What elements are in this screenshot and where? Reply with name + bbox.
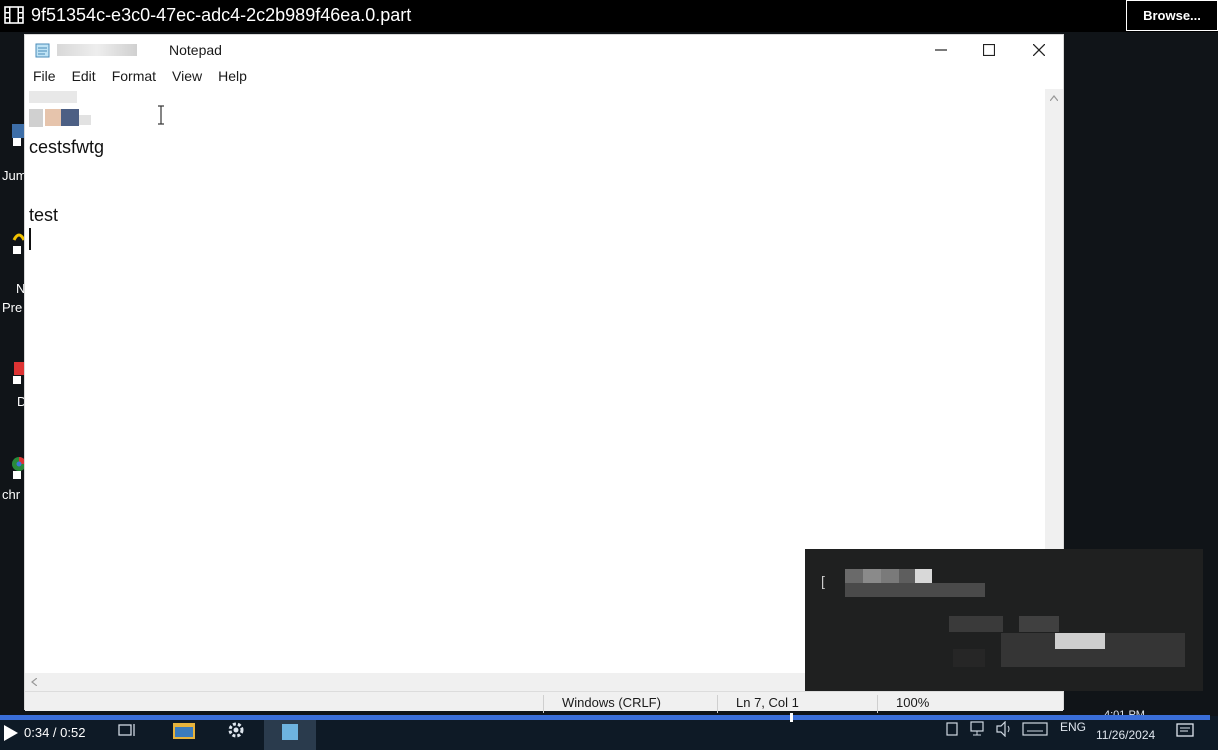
- close-button[interactable]: [1015, 35, 1063, 65]
- notification-toast[interactable]: [: [805, 549, 1203, 691]
- language-indicator[interactable]: ENG: [1060, 720, 1086, 734]
- file-explorer-icon[interactable]: [172, 720, 196, 740]
- desktop-icon-label: Pre: [2, 300, 23, 315]
- maximize-button[interactable]: [965, 35, 1013, 65]
- taskbar-item-notepad[interactable]: [264, 716, 316, 750]
- menu-edit[interactable]: Edit: [64, 65, 104, 87]
- video-file-name: 9f51354c-e3c0-47ec-adc4-2c2b989f46ea.0.p…: [31, 5, 412, 25]
- status-bar: Windows (CRLF) Ln 7, Col 1 100%: [25, 691, 1063, 713]
- notepad-app-icon: [35, 43, 50, 58]
- menu-bar: File Edit Format View Help: [25, 65, 1063, 87]
- pixelated-text: [1055, 633, 1105, 649]
- toast-bracket: [: [821, 573, 825, 589]
- network-icon[interactable]: [970, 721, 988, 737]
- menu-format[interactable]: Format: [104, 65, 164, 87]
- ibeam-cursor-icon: [158, 105, 164, 125]
- text-line: cestsfwtg: [29, 137, 105, 157]
- taskbar: ENG 4:01 PM 11/26/2024: [0, 709, 1218, 750]
- video-time-readout: 0:34 / 0:52: [24, 725, 86, 740]
- pixelated-text: [29, 109, 43, 127]
- pixelated-text: [915, 569, 932, 583]
- menu-file[interactable]: File: [25, 65, 64, 87]
- pixelated-text: [881, 569, 899, 583]
- status-encoding: Windows (CRLF): [543, 695, 661, 713]
- video-progress-bar[interactable]: [0, 715, 1210, 720]
- pixelated-text: [953, 649, 985, 667]
- maximize-icon: [983, 44, 995, 56]
- window-title: Notepad: [169, 42, 222, 58]
- pixelated-block: [45, 109, 61, 126]
- minimize-icon: [935, 49, 947, 51]
- gear-icon[interactable]: [226, 720, 246, 740]
- pixelated-text: [845, 569, 863, 583]
- volume-icon[interactable]: [996, 721, 1014, 737]
- text-line: test: [29, 205, 59, 225]
- play-icon[interactable]: [2, 723, 20, 743]
- browse-button[interactable]: Browse...: [1126, 0, 1218, 31]
- film-icon: [4, 6, 24, 24]
- text-caret: [29, 228, 31, 250]
- pixelated-text: [79, 115, 91, 125]
- pixelated-text: [845, 583, 985, 597]
- desktop-icon-label: Jum: [2, 168, 27, 183]
- pixelated-text: [1019, 616, 1059, 632]
- scroll-left-icon[interactable]: [31, 678, 37, 686]
- pixelated-text: [29, 91, 77, 103]
- menu-view[interactable]: View: [164, 65, 210, 87]
- menu-help[interactable]: Help: [210, 65, 255, 87]
- task-view-icon[interactable]: [118, 722, 136, 738]
- video-progress-knob[interactable]: [790, 713, 794, 722]
- player-title-bar: 9f51354c-e3c0-47ec-adc4-2c2b989f46ea.0.p…: [0, 0, 1218, 32]
- desktop-icon-label: chr: [2, 487, 21, 502]
- pixelated-text: [899, 569, 915, 583]
- blurred-file-name: [57, 44, 137, 56]
- pixelated-block: [61, 109, 79, 126]
- notepad-app-icon: [282, 724, 298, 740]
- notepad-title-bar[interactable]: Notepad: [25, 35, 1063, 65]
- action-center-icon[interactable]: [1176, 722, 1194, 740]
- notification-outline-icon[interactable]: [946, 722, 960, 736]
- minimize-button[interactable]: [917, 35, 965, 65]
- keyboard-icon[interactable]: [1022, 722, 1048, 736]
- scroll-up-icon[interactable]: [1050, 95, 1058, 101]
- status-cursor-position: Ln 7, Col 1: [717, 695, 799, 713]
- status-zoom: 100%: [877, 695, 929, 713]
- pixelated-text: [863, 569, 881, 583]
- pixelated-text: [949, 616, 1003, 632]
- close-icon: [1033, 44, 1045, 56]
- clock-date[interactable]: 11/26/2024: [1096, 728, 1155, 742]
